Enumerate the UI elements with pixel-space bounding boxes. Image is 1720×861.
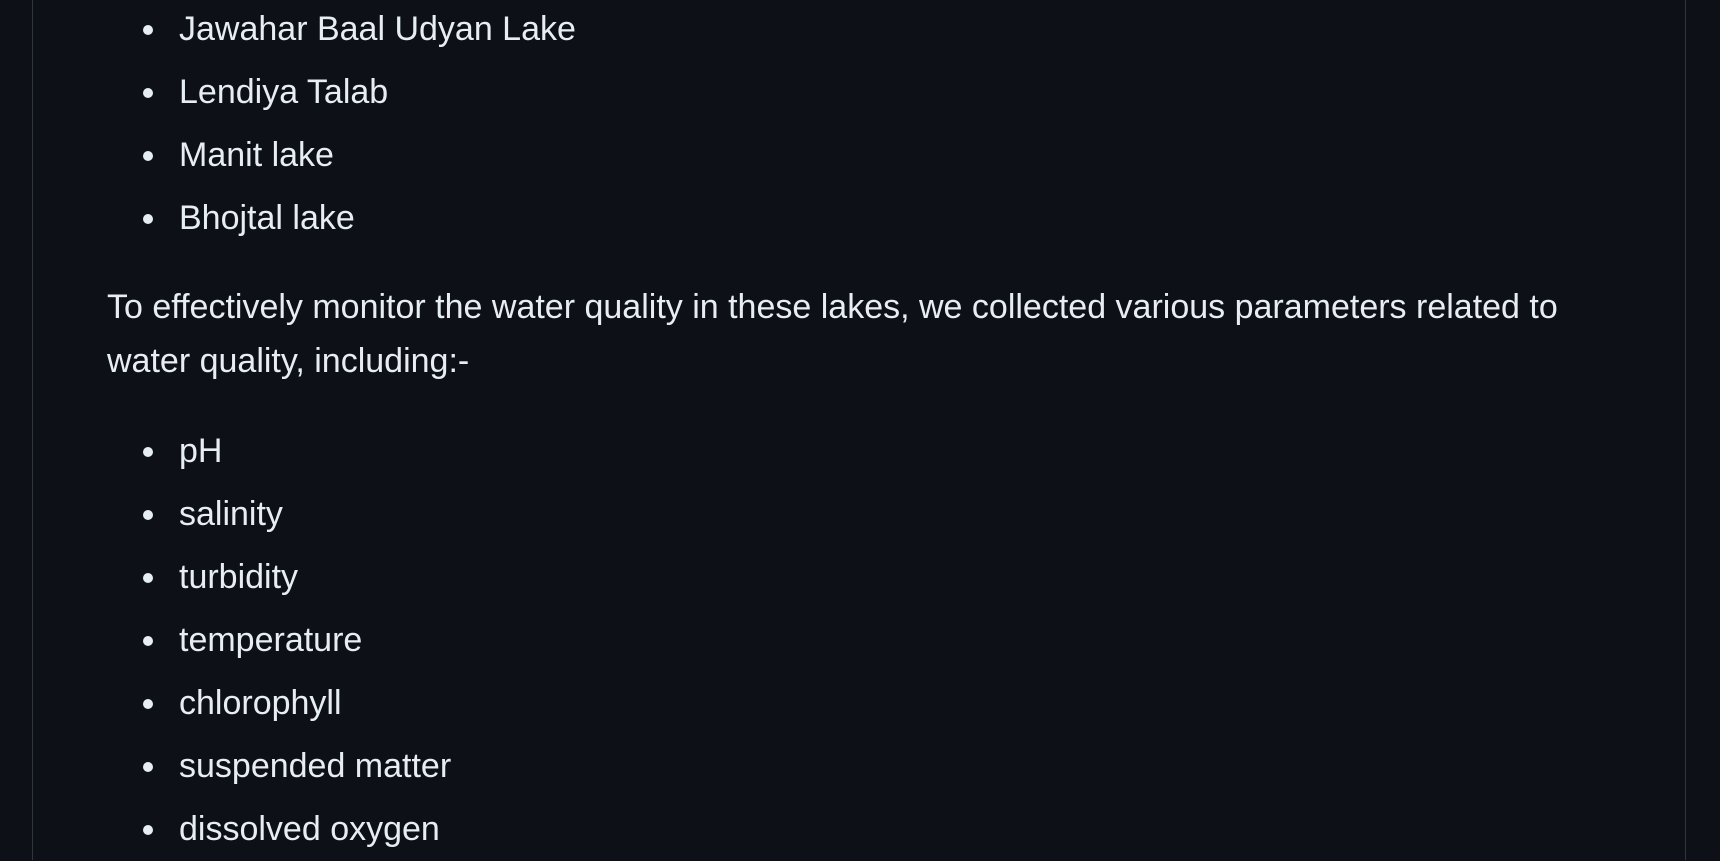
list-item: Manit lake [107, 124, 576, 187]
bullet-icon [143, 25, 153, 35]
parameter-name: dissolved oxygen [179, 810, 440, 848]
bullet-icon [143, 447, 153, 457]
list-item: temperature [107, 609, 451, 672]
bullet-icon [143, 699, 153, 709]
list-item: Lendiya Talab [107, 61, 576, 124]
bullet-icon [143, 88, 153, 98]
parameters-list: pH salinity turbidity temperature chloro… [107, 420, 451, 861]
list-item: chlorophyll [107, 672, 451, 735]
bullet-icon [143, 151, 153, 161]
bullet-icon [143, 214, 153, 224]
list-item: Jawahar Baal Udyan Lake [107, 0, 576, 61]
lakes-list: Jawahar Baal Udyan Lake Lendiya Talab Ma… [107, 0, 576, 250]
bullet-icon [143, 573, 153, 583]
list-item: suspended matter [107, 735, 451, 798]
list-item: salinity [107, 483, 451, 546]
readme-panel: Jawahar Baal Udyan Lake Lendiya Talab Ma… [32, 0, 1686, 860]
bullet-icon [143, 636, 153, 646]
list-item: turbidity [107, 546, 451, 609]
bullet-icon [143, 762, 153, 772]
description-paragraph: To effectively monitor the water quality… [107, 288, 1558, 380]
lake-name: Manit lake [179, 136, 334, 174]
list-item: Bhojtal lake [107, 187, 576, 250]
list-item: pH [107, 420, 451, 483]
lake-name: Lendiya Talab [179, 73, 389, 111]
lake-name: Jawahar Baal Udyan Lake [179, 10, 576, 48]
parameter-name: suspended matter [179, 747, 452, 785]
list-item: dissolved oxygen [107, 798, 451, 861]
bullet-icon [143, 825, 153, 835]
parameter-name: temperature [179, 621, 363, 659]
parameter-name: turbidity [179, 558, 299, 596]
parameter-name: pH [179, 432, 223, 470]
bullet-icon [143, 510, 153, 520]
lake-name: Bhojtal lake [179, 199, 355, 237]
parameter-name: chlorophyll [179, 684, 342, 722]
parameter-name: salinity [179, 495, 283, 533]
